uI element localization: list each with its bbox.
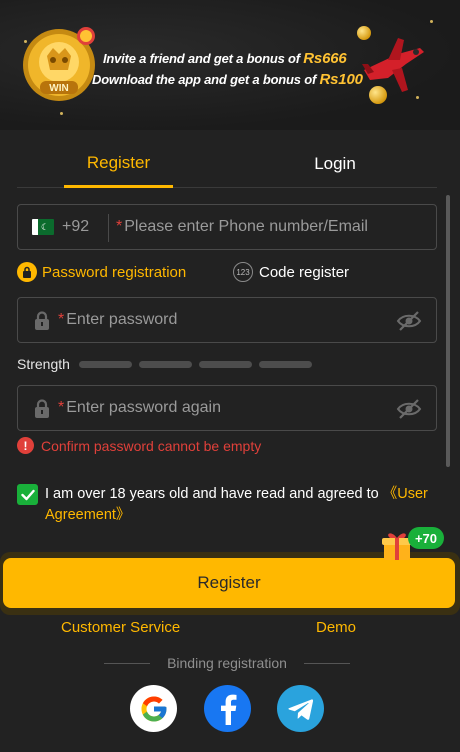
win-medal-icon: WIN <box>23 27 95 101</box>
password-field[interactable]: * Enter password <box>17 297 437 343</box>
password-placeholder: * Enter password <box>58 311 177 329</box>
sparkle <box>60 112 63 115</box>
code-register-label: Code register <box>259 263 350 281</box>
lock-icon <box>35 311 49 330</box>
password-registration-label: Password registration <box>42 263 187 281</box>
strength-segment <box>139 361 192 368</box>
divider <box>108 214 109 242</box>
plane-icon <box>362 38 424 92</box>
password-registration-option[interactable]: Password registration <box>17 262 186 282</box>
scrollbar[interactable] <box>446 195 450 467</box>
code-register-option[interactable]: 123 Code register <box>233 262 349 282</box>
banner-invite-amount: Rs666 <box>303 50 347 67</box>
strength-segment <box>259 361 312 368</box>
demo-link[interactable]: Demo <box>316 619 356 636</box>
confirm-password-placeholder-text: Enter password again <box>66 399 221 416</box>
error-icon: ! <box>17 437 34 454</box>
code-123-icon: 123 <box>233 262 253 282</box>
strength-segment <box>79 361 132 368</box>
telegram-icon <box>287 698 313 720</box>
confirm-password-placeholder: * Enter password again <box>58 399 221 417</box>
phone-email-field[interactable]: ☾ +92 * Please enter Phone number/Email <box>17 204 437 250</box>
divider-line <box>304 663 350 664</box>
pakistan-flag-icon[interactable]: ☾ <box>32 219 54 235</box>
google-icon <box>141 696 166 721</box>
error-text: Confirm password cannot be empty <box>41 437 262 454</box>
bonus-badge: +70 <box>408 527 444 549</box>
register-button[interactable]: Register <box>3 558 455 608</box>
confirm-password-field[interactable]: * Enter password again <box>17 385 437 431</box>
required-mark: * <box>58 399 65 416</box>
error-message: ! Confirm password cannot be empty <box>17 437 261 454</box>
tab-register[interactable]: Register <box>64 140 173 188</box>
phone-email-placeholder-text: Please enter Phone number/Email <box>124 218 368 235</box>
facebook-login-button[interactable] <box>204 685 251 732</box>
tab-login[interactable]: Login <box>280 140 390 187</box>
sparkle <box>430 20 433 23</box>
promo-banner[interactable]: WIN Invite a friend and get a bonus of R… <box>0 0 460 130</box>
checkmark-icon <box>20 489 35 500</box>
password-placeholder-text: Enter password <box>66 311 178 328</box>
register-screen: WIN Invite a friend and get a bonus of R… <box>0 0 460 752</box>
agreement-checkbox[interactable] <box>17 484 38 505</box>
customer-service-link[interactable]: Customer Service <box>61 619 180 636</box>
telegram-login-button[interactable] <box>277 685 324 732</box>
country-code[interactable]: +92 <box>62 218 89 236</box>
lock-icon <box>35 399 49 418</box>
auth-tabs: Register Login <box>17 140 437 188</box>
google-login-button[interactable] <box>130 685 177 732</box>
agreement-text: I am over 18 years old and have read and… <box>45 484 437 526</box>
required-mark: * <box>116 218 123 235</box>
required-mark: * <box>58 311 65 328</box>
agreement-statement: I am over 18 years old and have read and… <box>45 486 383 502</box>
strength-segment <box>199 361 252 368</box>
banner-invite-text: Invite a friend and get a bonus of <box>103 51 304 66</box>
strength-label: Strength <box>17 356 70 372</box>
eye-hidden-icon[interactable] <box>396 397 422 421</box>
registration-mode-row: Password registration 123 Code register <box>17 262 437 286</box>
banner-download-line: Download the app and get a bonus of Rs10… <box>92 71 363 88</box>
password-strength-meter: Strength <box>17 355 437 373</box>
banner-download-amount: Rs100 <box>319 71 363 88</box>
facebook-icon <box>220 694 236 725</box>
banner-download-text: Download the app and get a bonus of <box>92 72 320 87</box>
lock-icon <box>17 262 37 282</box>
eye-hidden-icon[interactable] <box>396 309 422 333</box>
banner-invite-line: Invite a friend and get a bonus of Rs666 <box>103 50 347 67</box>
phone-email-placeholder: * Please enter Phone number/Email <box>116 218 368 236</box>
binding-registration-divider: Binding registration <box>104 654 350 672</box>
medal-text: WIN <box>49 83 68 94</box>
